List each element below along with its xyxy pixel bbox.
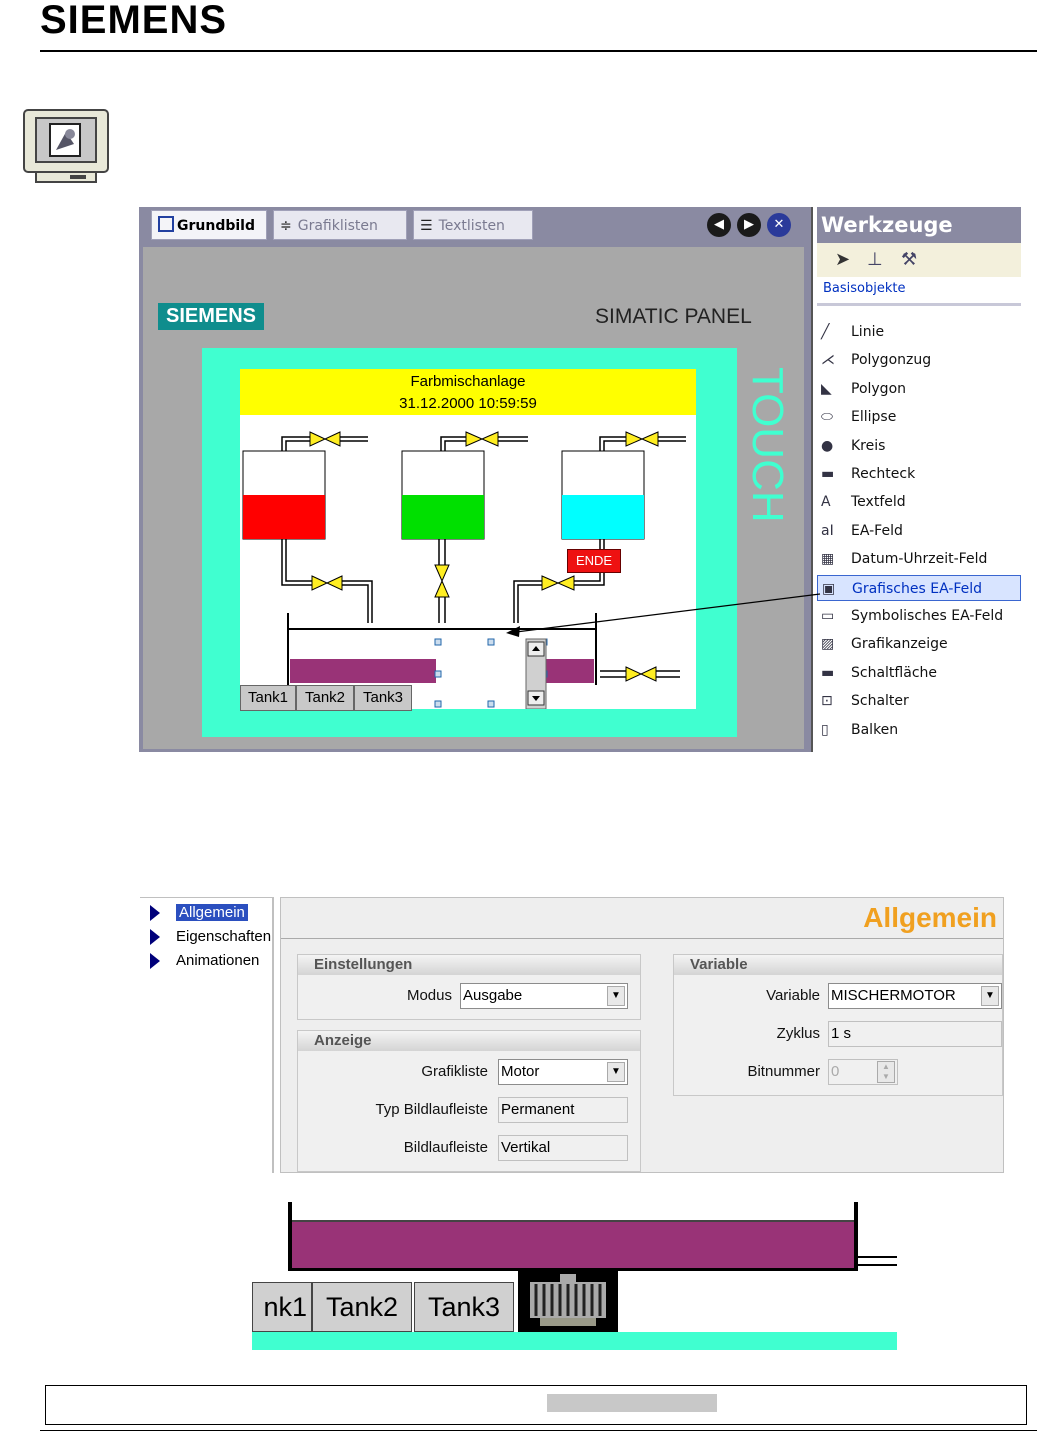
tank2-button-zoom[interactable]: Tank2 — [312, 1282, 412, 1332]
bildlaufleiste-label: Bildlaufleiste — [403, 1139, 488, 1156]
grafikliste-label: Grafikliste — [421, 1063, 488, 1080]
group-einstellungen-header: Einstellungen — [298, 955, 640, 975]
group-variable-header: Variable — [674, 955, 1002, 975]
spinner-icon: ▲ ▼ — [877, 1061, 895, 1083]
motor-graphic — [518, 1270, 618, 1332]
arrow-right-icon — [150, 929, 160, 946]
runtime-preview: nk1 Tank2 Tank3 — [252, 1202, 897, 1350]
properties-screenshot: Allgemein Eigenschaften Animationen Allg… — [140, 897, 1006, 1173]
zyklus-label: Zyklus — [776, 1025, 820, 1042]
tree-item-eigenschaften[interactable]: Eigenschaften — [150, 926, 274, 948]
footer-bar — [547, 1394, 717, 1412]
footer-rule — [40, 1430, 1037, 1431]
typ-bildlaufleiste-field[interactable]: Permanent — [498, 1097, 628, 1123]
arrow-right-icon — [150, 953, 160, 970]
properties-panel: Allgemein Einstellungen Modus Ausgabe ▼ A… — [280, 897, 1004, 1173]
grafikliste-select[interactable]: Motor ▼ — [498, 1059, 628, 1085]
tank1-button-zoom[interactable]: nk1 — [252, 1282, 312, 1332]
bildlaufleiste-field[interactable]: Vertikal — [498, 1135, 628, 1161]
zyklus-field[interactable]: 1 s — [828, 1021, 1002, 1047]
bitnummer-stepper[interactable]: 0 ▲ ▼ — [828, 1059, 898, 1085]
group-anzeige-header: Anzeige — [298, 1031, 640, 1051]
modus-select[interactable]: Ausgabe ▼ — [460, 983, 628, 1009]
tree-item-animationen[interactable]: Animationen — [150, 950, 259, 972]
bitnummer-label: Bitnummer — [747, 1063, 820, 1080]
chevron-down-icon: ▼ — [981, 986, 999, 1006]
pointer-arrow — [506, 593, 821, 637]
group-anzeige: Anzeige Grafikliste Motor ▼ Typ Bildlaufl… — [297, 1030, 641, 1172]
arrow-right-icon — [150, 905, 160, 922]
variable-label: Variable — [766, 987, 820, 1004]
panel-frame-zoom — [252, 1332, 897, 1350]
footer-box — [45, 1385, 1027, 1425]
tree-item-allgemein[interactable]: Allgemein — [150, 902, 248, 924]
group-variable: Variable Variable MISCHERMOTOR ▼ Zyklus 1… — [673, 954, 1003, 1096]
properties-tree: Allgemein Eigenschaften Animationen — [140, 897, 274, 1173]
variable-select[interactable]: MISCHERMOTOR ▼ — [828, 983, 1002, 1009]
chevron-down-icon: ▼ — [607, 1062, 625, 1082]
typ-bildlaufleiste-label: Typ Bildlaufleiste — [375, 1101, 488, 1118]
chevron-down-icon: ▼ — [607, 986, 625, 1006]
modus-label: Modus — [406, 987, 452, 1004]
title-rule — [281, 938, 1003, 939]
mixer-level-zoom — [292, 1220, 854, 1268]
properties-title: Allgemein — [863, 902, 997, 933]
group-einstellungen: Einstellungen Modus Ausgabe ▼ — [297, 954, 641, 1020]
tank3-button-zoom[interactable]: Tank3 — [414, 1282, 514, 1332]
